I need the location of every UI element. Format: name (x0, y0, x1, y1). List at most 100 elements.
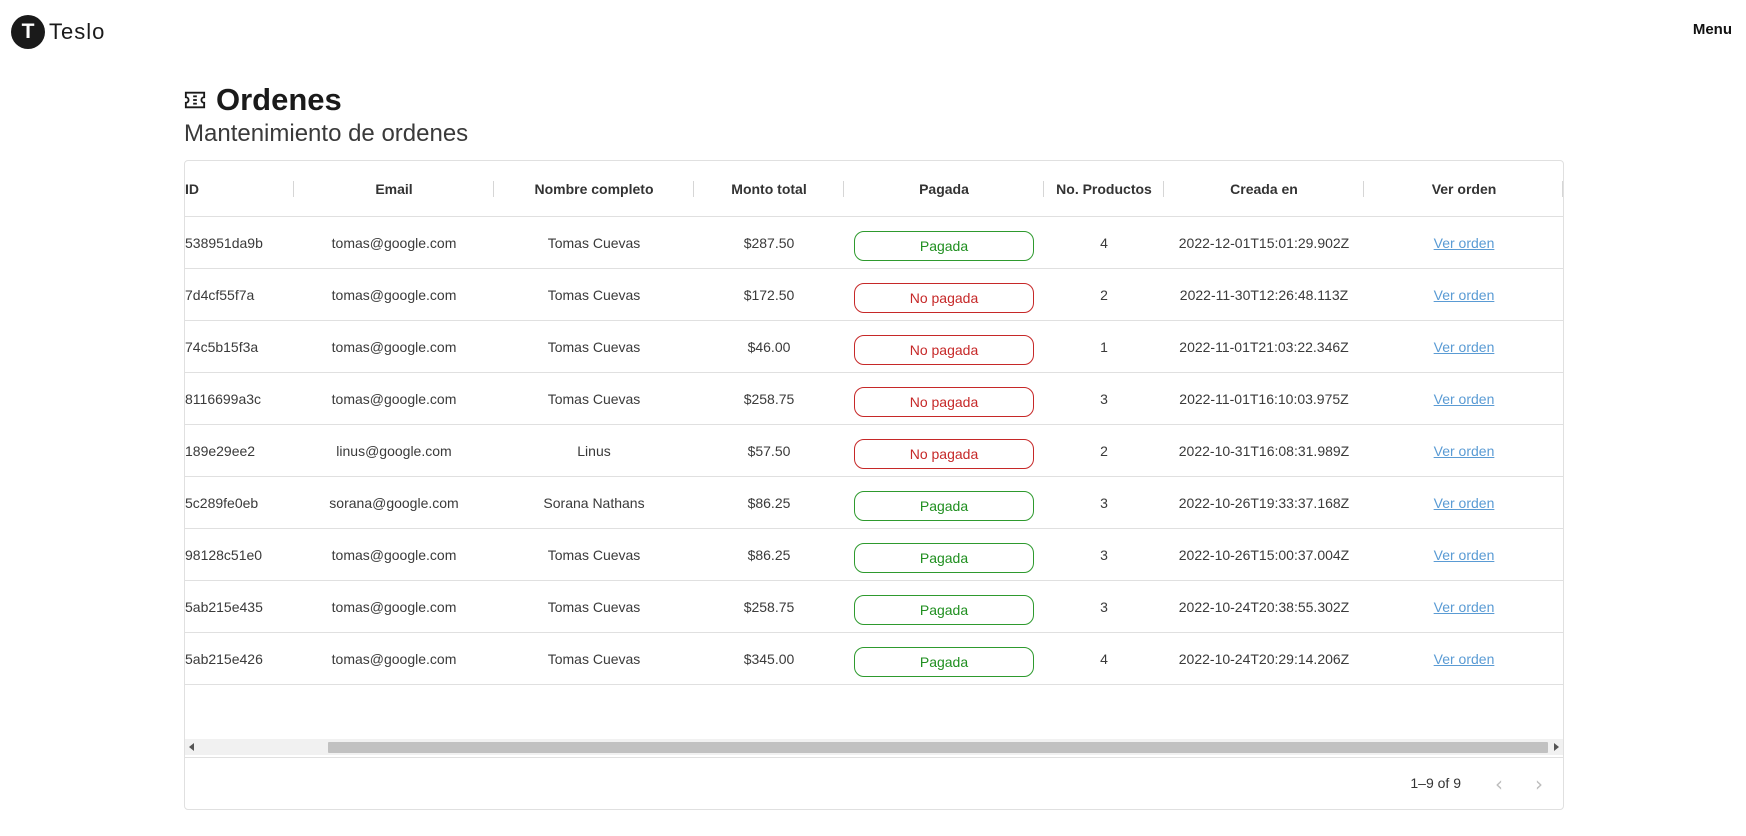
grid-body: 538951da9b tomas@google.com Tomas Cuevas $2… (185, 217, 1563, 685)
cell-email: tomas@google.com (294, 269, 494, 321)
cell-view: Ver orden (1364, 529, 1563, 581)
cell-name: Linus (494, 425, 694, 477)
menu-button[interactable]: Menu (1693, 21, 1732, 38)
column-header-total[interactable]: Monto total (694, 161, 844, 217)
cell-id-text: 5ab215e426 (185, 651, 263, 667)
cell-email: tomas@google.com (294, 373, 494, 425)
pagination-label: 1–9 of 9 (1410, 775, 1461, 791)
cell-paid: Pagada (844, 529, 1044, 581)
cell-created-text: 2022-10-24T20:38:55.302Z (1178, 599, 1350, 615)
view-order-link[interactable]: Ver orden (1434, 651, 1495, 667)
cell-id: 538951da9b (185, 217, 295, 269)
cell-name-text: Tomas Cuevas (547, 599, 641, 615)
column-separator[interactable] (1562, 181, 1563, 197)
cell-email: sorana@google.com (294, 477, 494, 529)
cell-name-text: Linus (577, 443, 611, 459)
cell-created: 2022-12-01T15:01:29.902Z (1164, 217, 1364, 269)
cell-created: 2022-11-30T12:26:48.113Z (1164, 269, 1364, 321)
cell-total: $86.25 (694, 529, 844, 581)
table-row[interactable]: 538951da9b tomas@google.com Tomas Cuevas $2… (185, 217, 1563, 269)
table-row[interactable]: 98128c51e0 tomas@google.com Tomas Cuevas $8… (185, 529, 1563, 581)
horizontal-scrollbar[interactable] (185, 739, 1563, 755)
column-header-view[interactable]: Ver orden (1364, 161, 1563, 217)
cell-total-text: $258.75 (743, 391, 795, 407)
navbar: T Teslo Menu (0, 0, 1746, 62)
view-order-link[interactable]: Ver orden (1434, 443, 1495, 459)
scrollbar-thumb[interactable] (328, 742, 1548, 753)
table-row[interactable]: 8116699a3c tomas@google.com Tomas Cuevas $2… (185, 373, 1563, 425)
column-header-id[interactable]: ID (185, 161, 295, 217)
scroll-right-arrow-icon[interactable] (1554, 743, 1559, 751)
table-row[interactable]: 5c289fe0eb sorana@google.com Sorana Nathan… (185, 477, 1563, 529)
column-header-name[interactable]: Nombre completo (494, 161, 694, 217)
cell-created: 2022-10-26T15:00:37.004Z (1164, 529, 1364, 581)
cell-name: Tomas Cuevas (494, 633, 694, 685)
view-order-link[interactable]: Ver orden (1434, 495, 1495, 511)
cell-paid: No pagada (844, 269, 1044, 321)
cell-id-text: 74c5b15f3a (185, 339, 259, 355)
cell-products: 4 (1044, 217, 1164, 269)
column-header-products[interactable]: No. Productos (1044, 161, 1164, 217)
cell-paid: No pagada (844, 425, 1044, 477)
cell-total: $172.50 (694, 269, 844, 321)
view-order-link[interactable]: Ver orden (1434, 235, 1495, 251)
table-row[interactable]: 74c5b15f3a tomas@google.com Tomas Cuevas $4… (185, 321, 1563, 373)
status-badge: Pagada (854, 491, 1034, 521)
cell-name: Sorana Nathans (494, 477, 694, 529)
scroll-left-arrow-icon[interactable] (189, 743, 194, 751)
cell-products-text: 1 (1100, 339, 1108, 355)
view-order-link[interactable]: Ver orden (1434, 391, 1495, 407)
cell-created-text: 2022-11-01T21:03:22.346Z (1179, 339, 1349, 355)
cell-email-text: linus@google.com (336, 443, 452, 459)
cell-view: Ver orden (1364, 217, 1563, 269)
cell-created: 2022-11-01T16:10:03.975Z (1164, 373, 1364, 425)
column-header-email[interactable]: Email (294, 161, 494, 217)
table-row[interactable]: 7d4cf55f7a tomas@google.com Tomas Cuevas $1… (185, 269, 1563, 321)
column-header-created[interactable]: Creada en (1164, 161, 1364, 217)
page-title: Ordenes (216, 82, 342, 117)
column-header-paid[interactable]: Pagada (844, 161, 1044, 217)
cell-total-text: $287.50 (743, 235, 795, 251)
status-badge: No pagada (854, 387, 1034, 417)
cell-products-text: 2 (1100, 287, 1108, 303)
table-row[interactable]: 5ab215e435 tomas@google.com Tomas Cuevas $2… (185, 581, 1563, 633)
view-order-link[interactable]: Ver orden (1434, 287, 1495, 303)
status-badge: Pagada (854, 543, 1034, 573)
cell-id: 8116699a3c (185, 373, 295, 425)
cell-name: Tomas Cuevas (494, 321, 694, 373)
cell-products: 3 (1044, 581, 1164, 633)
chevron-right-icon[interactable]: › (1525, 770, 1553, 798)
cell-total-text: $172.50 (743, 287, 795, 303)
cell-name-text: Tomas Cuevas (547, 651, 641, 667)
status-badge: Pagada (854, 647, 1034, 677)
chevron-left-icon[interactable]: ‹ (1485, 770, 1513, 798)
cell-products: 2 (1044, 425, 1164, 477)
view-order-link[interactable]: Ver orden (1434, 547, 1495, 563)
cell-name-text: Tomas Cuevas (547, 287, 641, 303)
brand-link[interactable]: T Teslo (11, 15, 105, 49)
cell-total: $57.50 (694, 425, 844, 477)
view-order-link[interactable]: Ver orden (1434, 339, 1495, 355)
brand-name: Teslo (49, 19, 106, 44)
cell-name: Tomas Cuevas (494, 529, 694, 581)
cell-id: 74c5b15f3a (185, 321, 295, 373)
view-order-link[interactable]: Ver orden (1434, 599, 1495, 615)
cell-products: 3 (1044, 477, 1164, 529)
cell-view: Ver orden (1364, 373, 1563, 425)
cell-created-text: 2022-11-30T12:26:48.113Z (1179, 287, 1349, 303)
cell-email: linus@google.com (294, 425, 494, 477)
cell-view: Ver orden (1364, 425, 1563, 477)
cell-products: 3 (1044, 529, 1164, 581)
cell-id: 7d4cf55f7a (185, 269, 295, 321)
cell-paid: Pagada (844, 477, 1044, 529)
cell-products-text: 3 (1100, 391, 1108, 407)
page-subtitle: Mantenimiento de ordenes (184, 120, 469, 147)
cell-name-text: Tomas Cuevas (547, 339, 641, 355)
cell-email-text: sorana@google.com (329, 495, 459, 511)
cell-id-text: 538951da9b (185, 235, 263, 251)
table-row[interactable]: 189e29ee2 linus@google.com Linus $57.50 No p… (185, 425, 1563, 477)
cell-total-text: $86.25 (747, 547, 791, 563)
table-row[interactable]: 5ab215e426 tomas@google.com Tomas Cuevas $3… (185, 633, 1563, 685)
brand-logo: T (11, 15, 45, 49)
cell-created: 2022-10-24T20:38:55.302Z (1164, 581, 1364, 633)
